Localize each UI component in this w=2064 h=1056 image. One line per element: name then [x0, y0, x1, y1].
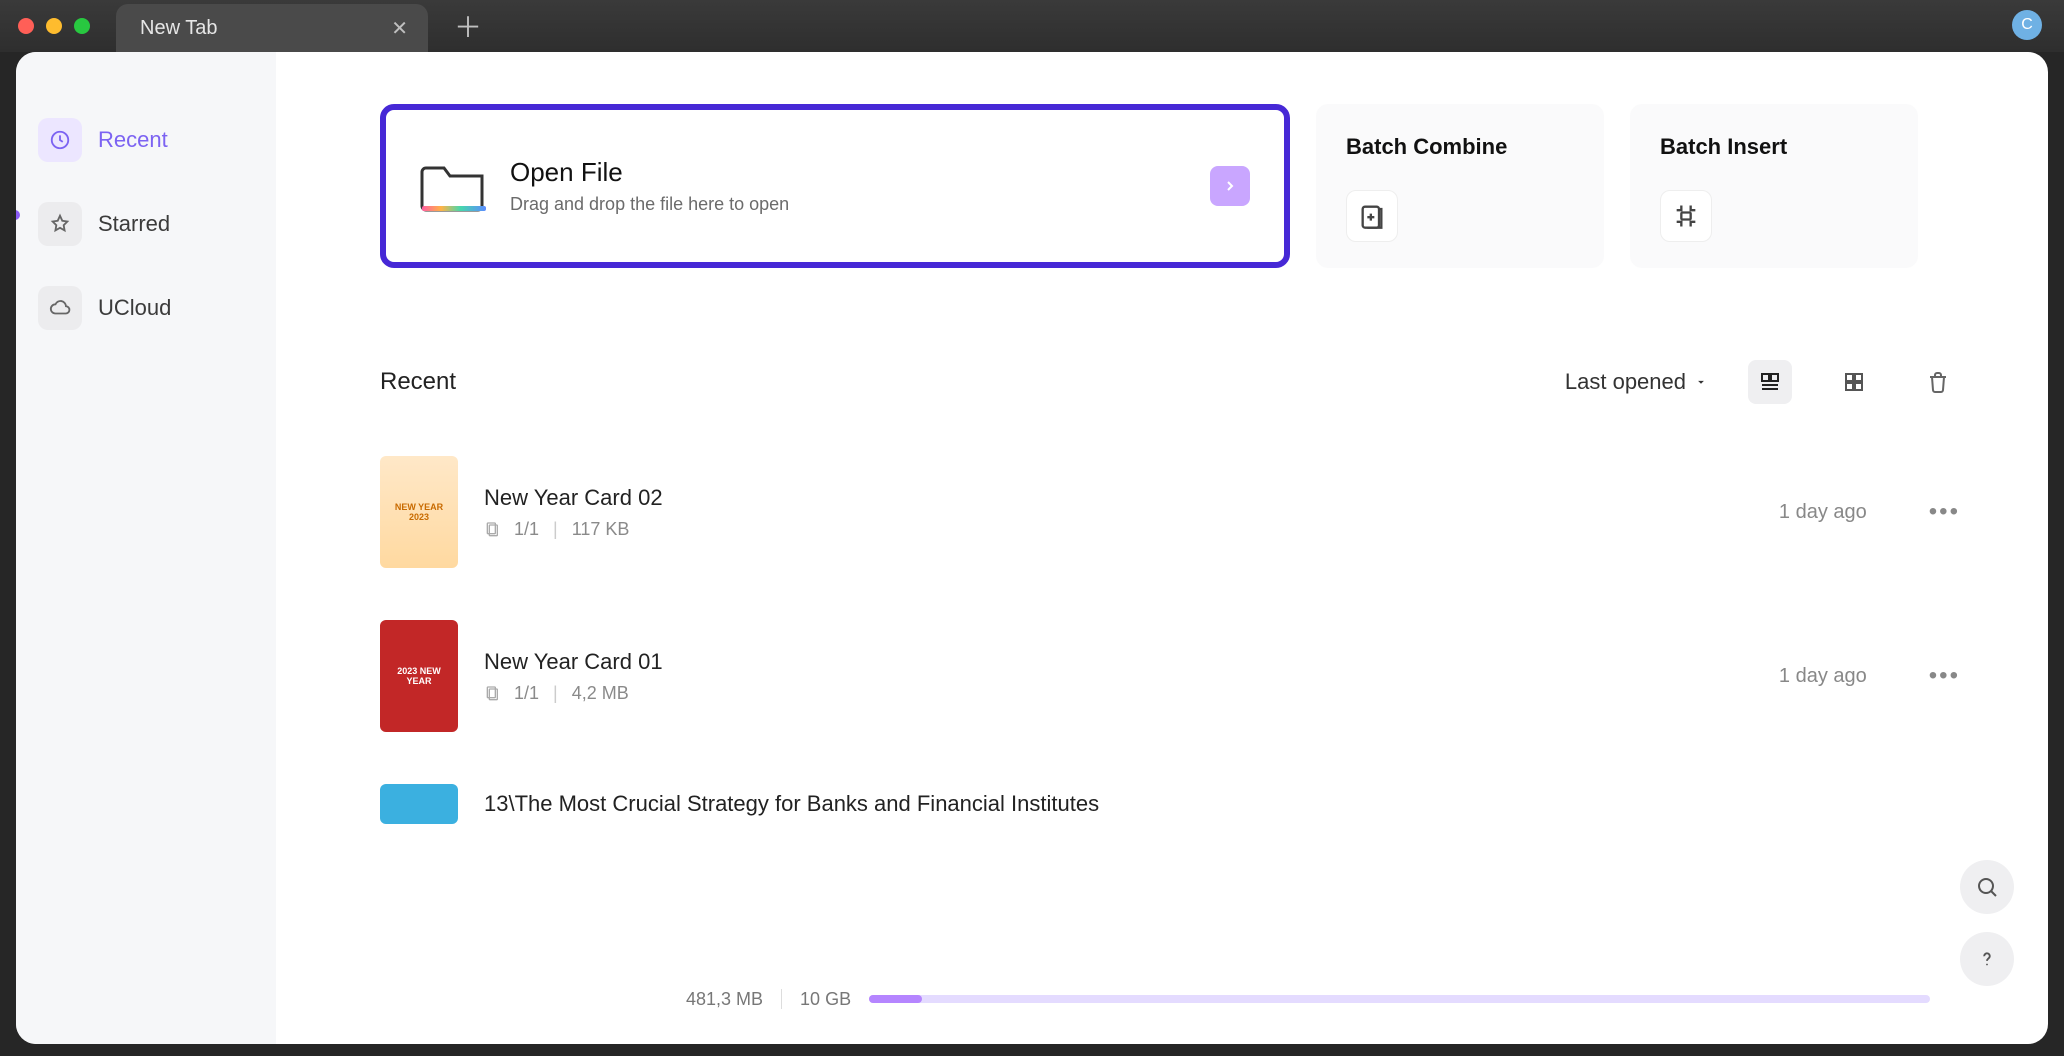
app-window: Recent Starred UCloud [16, 52, 2048, 1044]
pages-icon [484, 685, 500, 701]
more-options-button[interactable]: ••• [1929, 662, 1960, 690]
traffic-lights [18, 18, 90, 34]
sidebar: Recent Starred UCloud [16, 52, 276, 1044]
view-list-button[interactable] [1748, 360, 1792, 404]
main-content: Open File Drag and drop the file here to… [276, 52, 2048, 1044]
tab-title: New Tab [140, 17, 217, 40]
chevron-down-icon [1694, 375, 1708, 389]
storage-progress-fill [869, 995, 922, 1003]
thumb-label: 2023 NEW YEAR [380, 620, 458, 732]
storage-used: 481,3 MB [686, 989, 763, 1010]
sidebar-item-label: Recent [98, 127, 168, 153]
more-options-button[interactable]: ••• [1929, 498, 1960, 526]
top-cards-row: Open File Drag and drop the file here to… [380, 104, 1960, 268]
file-thumbnail: 2023 NEW YEAR [380, 620, 458, 732]
add-tab-button[interactable]: ＋ [454, 6, 482, 46]
window-minimize-button[interactable] [46, 18, 62, 34]
star-icon [38, 202, 82, 246]
file-name: New Year Card 01 [484, 649, 1753, 675]
titlebar: New Tab ✕ ＋ C [0, 0, 2064, 52]
batch-combine-card[interactable]: Batch Combine [1316, 104, 1604, 268]
insert-icon [1660, 190, 1712, 242]
file-thumbnail: NEW YEAR 2023 [380, 456, 458, 568]
open-file-title: Open File [510, 157, 1188, 188]
window-close-button[interactable] [18, 18, 34, 34]
file-row[interactable]: 2023 NEW YEAR New Year Card 01 1/1 | 4,2… [380, 620, 1960, 732]
file-time: 1 day ago [1779, 665, 1867, 688]
file-thumbnail [380, 784, 458, 824]
file-list: NEW YEAR 2023 New Year Card 02 1/1 | 117… [380, 456, 1960, 824]
batch-insert-card[interactable]: Batch Insert [1630, 104, 1918, 268]
storage-progress [869, 995, 1930, 1003]
file-meta: 1/1 | 4,2 MB [484, 683, 1753, 704]
combine-icon [1346, 190, 1398, 242]
list-header: Recent Last opened [380, 360, 1960, 404]
help-button[interactable] [1960, 932, 2014, 986]
file-row[interactable]: 13\The Most Crucial Strategy for Banks a… [380, 784, 1960, 824]
open-file-subtitle: Drag and drop the file here to open [510, 194, 1188, 215]
clock-icon [38, 118, 82, 162]
list-controls: Last opened [1565, 360, 1960, 404]
thumb-label: NEW YEAR 2023 [380, 456, 458, 568]
storage-total: 10 GB [800, 989, 851, 1010]
file-name: 13\The Most Crucial Strategy for Banks a… [484, 791, 1960, 817]
list-section-title: Recent [380, 368, 456, 396]
window-zoom-button[interactable] [74, 18, 90, 34]
action-card-title: Batch Combine [1346, 134, 1574, 160]
file-info: New Year Card 01 1/1 | 4,2 MB [484, 649, 1753, 704]
sidebar-item-ucloud[interactable]: UCloud [38, 286, 254, 330]
file-info: New Year Card 02 1/1 | 117 KB [484, 485, 1753, 540]
meta-separator: | [553, 519, 558, 540]
view-grid-button[interactable] [1832, 360, 1876, 404]
close-tab-icon[interactable]: ✕ [391, 16, 408, 41]
chevron-right-icon[interactable] [1210, 166, 1250, 206]
sidebar-item-label: Starred [98, 211, 170, 237]
trash-button[interactable] [1916, 360, 1960, 404]
sort-dropdown[interactable]: Last opened [1565, 369, 1708, 395]
sidebar-item-recent[interactable]: Recent [38, 118, 254, 162]
file-size: 4,2 MB [572, 683, 629, 704]
file-meta: 1/1 | 117 KB [484, 519, 1753, 540]
folder-icon [420, 156, 488, 216]
sidebar-item-label: UCloud [98, 295, 171, 321]
cloud-icon [38, 286, 82, 330]
file-name: New Year Card 02 [484, 485, 1753, 511]
sort-label: Last opened [1565, 369, 1686, 395]
avatar-letter: C [2021, 16, 2033, 34]
file-pages: 1/1 [514, 519, 539, 540]
file-size: 117 KB [572, 519, 630, 540]
file-time: 1 day ago [1779, 501, 1867, 524]
meta-separator: | [553, 683, 558, 704]
avatar[interactable]: C [2012, 10, 2042, 40]
storage-separator [781, 989, 782, 1009]
action-card-title: Batch Insert [1660, 134, 1888, 160]
storage-bar: 481,3 MB 10 GB [656, 972, 1960, 1026]
open-file-text: Open File Drag and drop the file here to… [510, 157, 1188, 215]
file-row[interactable]: NEW YEAR 2023 New Year Card 02 1/1 | 117… [380, 456, 1960, 568]
file-pages: 1/1 [514, 683, 539, 704]
search-button[interactable] [1960, 860, 2014, 914]
browser-tab[interactable]: New Tab ✕ [116, 4, 428, 52]
file-info: 13\The Most Crucial Strategy for Banks a… [484, 791, 1960, 817]
open-file-card[interactable]: Open File Drag and drop the file here to… [380, 104, 1290, 268]
sidebar-item-starred[interactable]: Starred [38, 202, 254, 246]
pages-icon [484, 521, 500, 537]
